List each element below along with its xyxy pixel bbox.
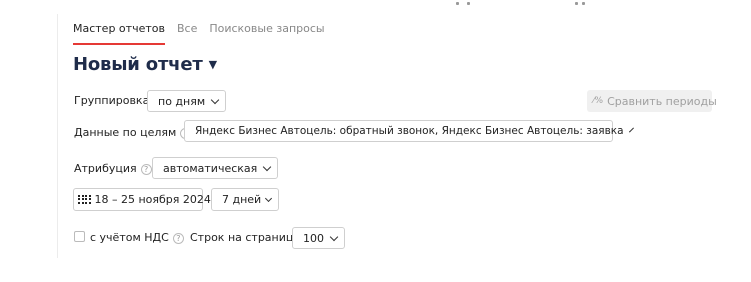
goals-select[interactable]: Яндекс Бизнес Автоцель: обратный звонок,…	[184, 120, 634, 142]
goals-label: Данные по целям?	[74, 126, 192, 139]
tab-report-master[interactable]: Мастер отчетов	[73, 19, 165, 45]
tab-all[interactable]: Все	[177, 19, 197, 45]
rows-per-page-value: 100	[303, 231, 324, 245]
rows-per-page-select[interactable]: 100	[292, 227, 345, 249]
vat-label: с учётом НДС?	[90, 231, 184, 244]
vat-checkbox[interactable]	[74, 231, 85, 242]
compare-periods-button[interactable]: ⁄% Сравнить периоды	[587, 90, 717, 112]
compare-icon: ⁄%	[593, 96, 604, 106]
artifact-dot	[575, 2, 578, 5]
chevron-down-icon	[263, 162, 272, 171]
help-icon[interactable]: ?	[140, 163, 152, 175]
help-icon[interactable]: ?	[172, 232, 184, 244]
report-title-dropdown[interactable]: Новый отчет ▼	[73, 54, 217, 75]
tab-search-queries[interactable]: Поисковые запросы	[209, 19, 324, 45]
caret-down-icon: ▼	[208, 58, 217, 71]
chevron-down-icon	[329, 232, 339, 241]
panel-divider	[57, 14, 58, 258]
date-range-value: 18 – 25 ноября 2024	[94, 193, 211, 206]
attribution-select[interactable]: автоматическая	[152, 157, 279, 179]
compare-periods-label: Сравнить периоды	[607, 94, 717, 108]
page-title: Новый отчет	[73, 54, 203, 75]
goals-label-text: Данные по целям	[74, 126, 177, 139]
vat-label-text: с учётом НДС	[90, 231, 169, 244]
chevron-down-icon	[210, 95, 220, 104]
grouping-value: по дням	[158, 94, 206, 108]
rows-per-page-label: Строк на странице	[190, 231, 301, 244]
date-range-picker[interactable]: 18 – 25 ноября 2024	[73, 188, 211, 211]
period-preset-value: 7 дней	[222, 193, 262, 206]
attribution-value: автоматическая	[163, 161, 258, 175]
chevron-down-icon	[265, 194, 273, 202]
artifact-dot	[467, 2, 470, 5]
grouping-label: Группировка	[74, 94, 150, 107]
calendar-icon	[78, 194, 91, 205]
report-tabs: Мастер отчетов Все Поисковые запросы	[73, 19, 337, 45]
artifact-dot	[456, 2, 459, 5]
period-preset-select[interactable]: 7 дней	[211, 188, 280, 211]
attribution-label: Атрибуция?	[74, 162, 152, 175]
goals-value: Яндекс Бизнес Автоцель: обратный звонок,…	[195, 125, 624, 137]
chevron-down-icon	[628, 127, 634, 132]
artifact-dot	[582, 2, 585, 5]
top-edge-artifacts	[0, 0, 751, 8]
attribution-label-text: Атрибуция	[74, 162, 137, 175]
grouping-select[interactable]: по дням	[147, 90, 227, 112]
